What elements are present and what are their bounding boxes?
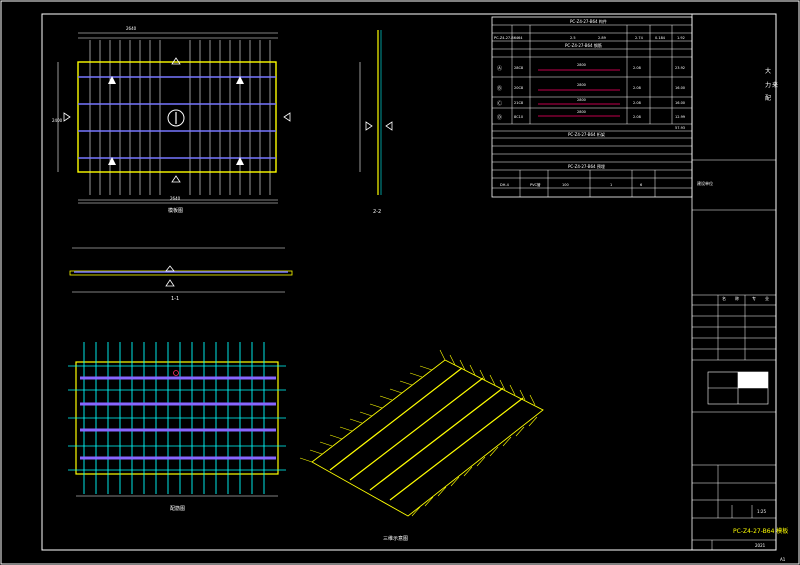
company-line-3: 来 — [772, 82, 778, 89]
sheet-no: 2021 — [755, 543, 766, 548]
svg-text:专: 专 — [752, 295, 756, 301]
svg-text:PC-Z4-27-B64: PC-Z4-27-B64 — [494, 36, 519, 40]
plan-truss-lines — [78, 76, 276, 159]
svg-text:28C8: 28C8 — [514, 66, 523, 70]
company-line-2: 力 — [765, 81, 771, 89]
svg-text:64: 64 — [518, 36, 523, 40]
svg-text:0.184: 0.184 — [655, 36, 666, 40]
iso-bars — [299, 349, 538, 517]
svg-text:PC-Z4-27-B64 预埋: PC-Z4-27-B64 预埋 — [568, 163, 605, 169]
svg-text:业: 业 — [765, 295, 769, 301]
svg-text:12.99: 12.99 — [675, 115, 685, 119]
cad-drawing-canvas: 2640 2400 2640 模板图 2-2 1-1 配筋图 三维示意图 PC-… — [0, 0, 800, 565]
side-section-label: 2-2 — [373, 209, 381, 215]
svg-text:Ⓓ: Ⓓ — [497, 114, 502, 121]
title-block: 大 力 来 配 建设单位 名 称 专 业 PC-Z4-27-B64 模板 1:2… — [691, 13, 788, 562]
svg-text:Ⓐ: Ⓐ — [497, 65, 502, 72]
svg-text:1.92: 1.92 — [677, 36, 685, 40]
svg-text:57.93: 57.93 — [675, 126, 685, 130]
svg-text:2800: 2800 — [577, 110, 586, 114]
table-title-1: PC-Z4-27-B64 构件 — [570, 18, 607, 24]
iso-label: 三维示意图 — [383, 535, 408, 542]
section-mark-bottom — [171, 175, 181, 183]
data-tables: PC-Z4-27-B64 构件 PC-Z4-27-B64 64 2.5 2.89… — [491, 16, 693, 198]
svg-text:称: 称 — [735, 295, 739, 301]
svg-text:Ⓒ: Ⓒ — [497, 100, 502, 107]
svg-text:PC-Z4-27-B64 钢筋: PC-Z4-27-B64 钢筋 — [565, 42, 602, 48]
svg-text:2800: 2800 — [577, 83, 586, 87]
svg-text:23.92: 23.92 — [675, 66, 685, 70]
plan-outline — [77, 61, 277, 173]
key-plan-highlight — [738, 372, 768, 388]
svg-text:21C8: 21C8 — [514, 101, 523, 105]
isometric-view: 三维示意图 — [299, 349, 544, 542]
page-size: A1 — [780, 557, 786, 562]
svg-text:16.00: 16.00 — [675, 101, 685, 105]
svg-text:2.5: 2.5 — [570, 36, 576, 40]
plan-label: 模板图 — [168, 207, 183, 214]
rebar-view: 配筋图 — [68, 342, 286, 512]
svg-text:16.00: 16.00 — [675, 86, 685, 90]
svg-text:PVC管: PVC管 — [530, 182, 541, 187]
svg-text:名: 名 — [722, 295, 726, 301]
dim-top: 2640 — [126, 26, 137, 31]
plan-view: 2640 2400 2640 模板图 — [52, 26, 291, 214]
svg-text:2.08: 2.08 — [633, 115, 641, 119]
rebar-label: 配筋图 — [170, 505, 185, 512]
dim-bottom: 2640 — [170, 196, 181, 201]
svg-text:20C8: 20C8 — [514, 86, 523, 90]
svg-text:100: 100 — [562, 183, 569, 187]
svg-text:2.08: 2.08 — [633, 86, 641, 90]
section-label: 1-1 — [171, 296, 179, 302]
rebar-horizontal-bars — [68, 365, 286, 471]
section-2-2: 2-2 — [359, 30, 393, 215]
company-line-1: 大 — [765, 67, 771, 75]
svg-text:PC-Z4-27-B64 桁架: PC-Z4-27-B64 桁架 — [568, 131, 605, 137]
svg-text:8C10: 8C10 — [514, 115, 523, 119]
scale: 1:25 — [757, 509, 766, 514]
svg-text:2800: 2800 — [577, 63, 586, 67]
sheet-name: PC-Z4-27-B64 模板 — [733, 527, 788, 535]
iso-truss-lines — [329, 367, 524, 501]
svg-text:2.74: 2.74 — [635, 36, 644, 40]
project-label: 建设单位 — [697, 180, 713, 186]
svg-text:DH-4: DH-4 — [500, 183, 510, 187]
svg-text:2800: 2800 — [577, 98, 586, 102]
svg-text:2.89: 2.89 — [598, 36, 606, 40]
inner-frame — [41, 13, 777, 551]
svg-text:2.08: 2.08 — [633, 66, 641, 70]
svg-text:6: 6 — [640, 183, 642, 187]
section-mark-top — [171, 57, 181, 65]
svg-text:1: 1 — [610, 183, 612, 187]
company-line-4: 配 — [765, 95, 771, 102]
section-1-1: 1-1 — [69, 247, 293, 302]
dim-side: 2400 — [52, 118, 63, 123]
svg-text:Ⓑ: Ⓑ — [497, 85, 502, 92]
svg-text:2.08: 2.08 — [633, 101, 641, 105]
